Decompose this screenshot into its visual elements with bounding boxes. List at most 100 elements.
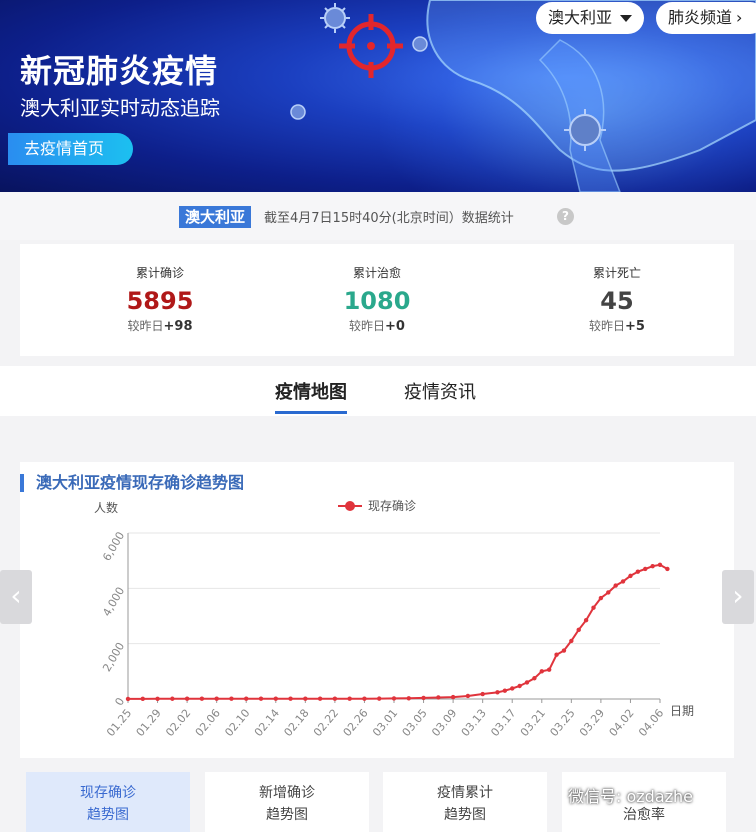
- x-tick-label: 02.10: [222, 707, 252, 739]
- x-tick-label: 03.05: [400, 707, 430, 739]
- stat-label: 累计死亡: [592, 266, 641, 280]
- data-point: [450, 694, 456, 700]
- data-point: [620, 579, 626, 584]
- x-tick-label: 02.18: [281, 707, 311, 739]
- virus-icon: [290, 104, 306, 120]
- virus-icon: [412, 36, 428, 52]
- y-tick-label: 6,000: [100, 530, 127, 564]
- legend-marker: [345, 501, 355, 511]
- virus-icon: [320, 3, 350, 33]
- data-point: [569, 638, 574, 644]
- x-tick-label: 03.25: [547, 707, 577, 739]
- data-timestamp: 截至4月7日15时40分(北京时间）数据统计: [264, 211, 514, 226]
- stat-delta: 较昨日+98: [127, 319, 193, 334]
- epidemic-home-button[interactable]: 去疫情首页: [8, 133, 133, 165]
- data-point: [391, 696, 397, 701]
- region-tag: 澳大利亚: [179, 206, 252, 228]
- data-point: [510, 686, 515, 691]
- page-subtitle: 澳大利亚实时动态追踪: [20, 96, 220, 120]
- chevron-left-icon: ‹: [10, 579, 22, 612]
- pneumonia-channel-button[interactable]: 肺炎频道 ›: [656, 2, 756, 34]
- x-tick-label: 03.13: [459, 707, 489, 739]
- data-point: [465, 693, 471, 699]
- tab-epidemic-map[interactable]: 疫情地图: [275, 378, 347, 414]
- y-tick-label: 0: [112, 696, 127, 709]
- x-tick-label: 03.01: [370, 707, 400, 739]
- data-point: [303, 696, 308, 701]
- data-point: [332, 696, 338, 701]
- data-point: [665, 566, 670, 572]
- data-point: [362, 696, 367, 701]
- data-point: [155, 696, 160, 702]
- data-point: [606, 590, 611, 595]
- y-tick-label: 4,000: [100, 585, 127, 619]
- x-axis-label: 日期: [670, 704, 694, 718]
- x-tick-label: 01.25: [104, 707, 134, 739]
- tab-label: 新增确诊: [259, 785, 315, 801]
- y-axis-label: 人数: [94, 500, 118, 515]
- stat-confirmed: 累计确诊 5895 较昨日+98: [60, 244, 260, 334]
- data-point: [583, 617, 589, 623]
- data-point: [502, 688, 508, 693]
- data-point: [229, 696, 234, 701]
- prev-arrow-button[interactable]: ‹: [0, 570, 32, 624]
- data-point: [539, 669, 544, 674]
- data-point: [591, 605, 596, 610]
- data-point: [258, 696, 264, 701]
- data-point: [576, 627, 581, 633]
- x-tick-label: 03.17: [488, 707, 518, 739]
- tab-current-confirmed-trend[interactable]: 现存确诊 趋势图: [26, 772, 190, 832]
- data-point: [273, 696, 278, 701]
- tab-epidemic-news[interactable]: 疫情资讯: [404, 378, 476, 404]
- help-icon[interactable]: ?: [557, 208, 574, 225]
- series-line: [128, 563, 668, 700]
- next-arrow-button[interactable]: ›: [722, 570, 754, 624]
- data-point: [436, 695, 441, 700]
- tab-label: 疫情累计: [437, 785, 493, 801]
- data-point: [214, 696, 219, 701]
- data-point: [524, 680, 530, 685]
- stat-delta: 较昨日+0: [349, 319, 405, 334]
- stat-value: 1080: [343, 287, 411, 315]
- tab-cumulative-trend[interactable]: 疫情累计 趋势图: [383, 772, 547, 832]
- region-select[interactable]: 澳大利亚: [536, 2, 644, 34]
- data-point: [613, 583, 618, 588]
- x-tick-label: 01.29: [134, 707, 164, 739]
- data-point: [170, 696, 175, 701]
- data-point: [317, 696, 323, 701]
- data-point: [532, 676, 537, 681]
- stat-label: 累计治愈: [352, 266, 401, 280]
- data-point: [140, 696, 145, 702]
- tab-new-confirmed-trend[interactable]: 新增确诊 趋势图: [205, 772, 369, 832]
- tab-label: 治愈率: [623, 807, 665, 823]
- x-tick-label: 04.02: [607, 707, 637, 739]
- data-point: [657, 562, 663, 568]
- stat-value: 45: [600, 287, 634, 315]
- data-point: [546, 667, 552, 672]
- chevron-right-icon: ›: [736, 8, 743, 27]
- page-title: 新冠肺炎疫情: [20, 52, 219, 90]
- data-point: [598, 595, 604, 601]
- region-select-label: 澳大利亚: [548, 8, 613, 27]
- data-point: [517, 683, 522, 689]
- legend-label: 现存确诊: [368, 499, 416, 513]
- x-tick-label: 03.09: [429, 707, 459, 739]
- tab-label: 现存确诊: [80, 785, 136, 801]
- tab-label: 趋势图: [87, 807, 129, 823]
- stats-card: 累计确诊 5895 较昨日+98 累计治愈 1080 较昨日+0 累计死亡 45…: [20, 244, 734, 356]
- data-point: [184, 696, 190, 701]
- x-tick-label: 02.22: [311, 707, 341, 739]
- banner: 新冠肺炎疫情 澳大利亚实时动态追踪 去疫情首页: [0, 0, 756, 192]
- chevron-right-icon: ›: [732, 579, 744, 612]
- tab-label: 趋势图: [266, 807, 308, 823]
- x-tick-label: 02.26: [341, 707, 371, 739]
- data-point: [199, 696, 205, 701]
- data-point: [650, 564, 655, 569]
- data-point: [288, 696, 293, 701]
- tab-label: 趋势图: [444, 807, 486, 823]
- stat-delta: 较昨日+5: [589, 319, 645, 334]
- data-point: [635, 569, 641, 574]
- data-point: [244, 696, 249, 701]
- x-tick-label: 02.02: [163, 707, 193, 739]
- channel-label: 肺炎频道: [668, 8, 733, 27]
